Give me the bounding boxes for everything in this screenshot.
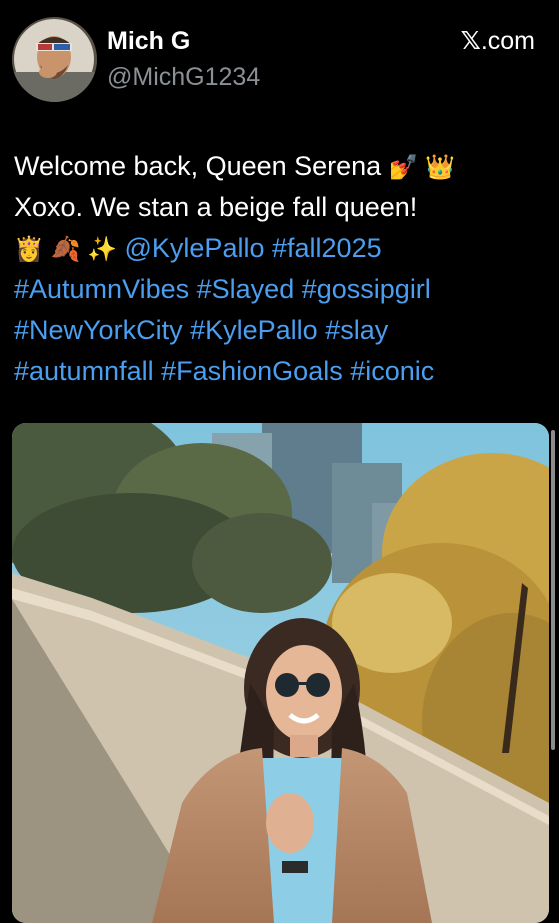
tweet-line-6: #autumnfall #FashionGoals #iconic xyxy=(14,351,544,392)
hashtag-link[interactable]: #Slayed xyxy=(197,274,295,304)
mention-link[interactable]: @KylePallo xyxy=(125,233,265,263)
source-domain: .com xyxy=(480,27,535,55)
tweet-text: Welcome back, Queen Serena 💅 👑 Xoxo. We … xyxy=(14,146,544,392)
author-handle[interactable]: @MichG1234 xyxy=(107,62,260,92)
hashtag-link[interactable]: #slay xyxy=(325,315,388,345)
author-display-name[interactable]: Mich G xyxy=(107,26,190,56)
hashtag-link[interactable]: #KylePallo xyxy=(190,315,318,345)
tweet-line-2: Xoxo. We stan a beige fall queen! xyxy=(14,187,544,228)
hashtag-link[interactable]: #NewYorkCity xyxy=(14,315,183,345)
tweet-line-1: Welcome back, Queen Serena 💅 👑 xyxy=(14,146,544,187)
photo-image xyxy=(12,423,549,923)
hashtag-link[interactable]: #iconic xyxy=(350,356,434,386)
tweet-text-segment: Xoxo. We stan a beige fall queen! xyxy=(14,192,418,222)
hashtag-link[interactable]: #gossipgirl xyxy=(302,274,431,304)
tweet-emoji: 👸 🍂 ✨ xyxy=(14,236,117,263)
tweet-emoji: 💅 👑 xyxy=(388,154,456,181)
tweet-line-4: #AutumnVibes #Slayed #gossipgirl xyxy=(14,269,544,310)
avatar-image xyxy=(12,17,97,102)
source-label[interactable]: 𝕏 .com xyxy=(461,26,535,56)
tweet-photo[interactable] xyxy=(12,423,549,923)
tweet-line-3: 👸 🍂 ✨ @KylePallo #fall2025 xyxy=(14,228,544,269)
tweet-line-5: #NewYorkCity #KylePallo #slay xyxy=(14,310,544,351)
hashtag-link[interactable]: #AutumnVibes xyxy=(14,274,189,304)
hashtag-link[interactable]: #fall2025 xyxy=(272,233,382,263)
hashtag-link[interactable]: #autumnfall xyxy=(14,356,154,386)
scrollbar[interactable] xyxy=(551,430,555,750)
tweet-text-segment: Welcome back, Queen Serena xyxy=(14,151,382,181)
avatar[interactable] xyxy=(12,17,97,102)
hashtag-link[interactable]: #FashionGoals xyxy=(161,356,343,386)
x-logo-icon: 𝕏 xyxy=(460,27,481,55)
tweet-card: Mich G @MichG1234 𝕏 .com Welcome back, Q… xyxy=(0,0,559,923)
